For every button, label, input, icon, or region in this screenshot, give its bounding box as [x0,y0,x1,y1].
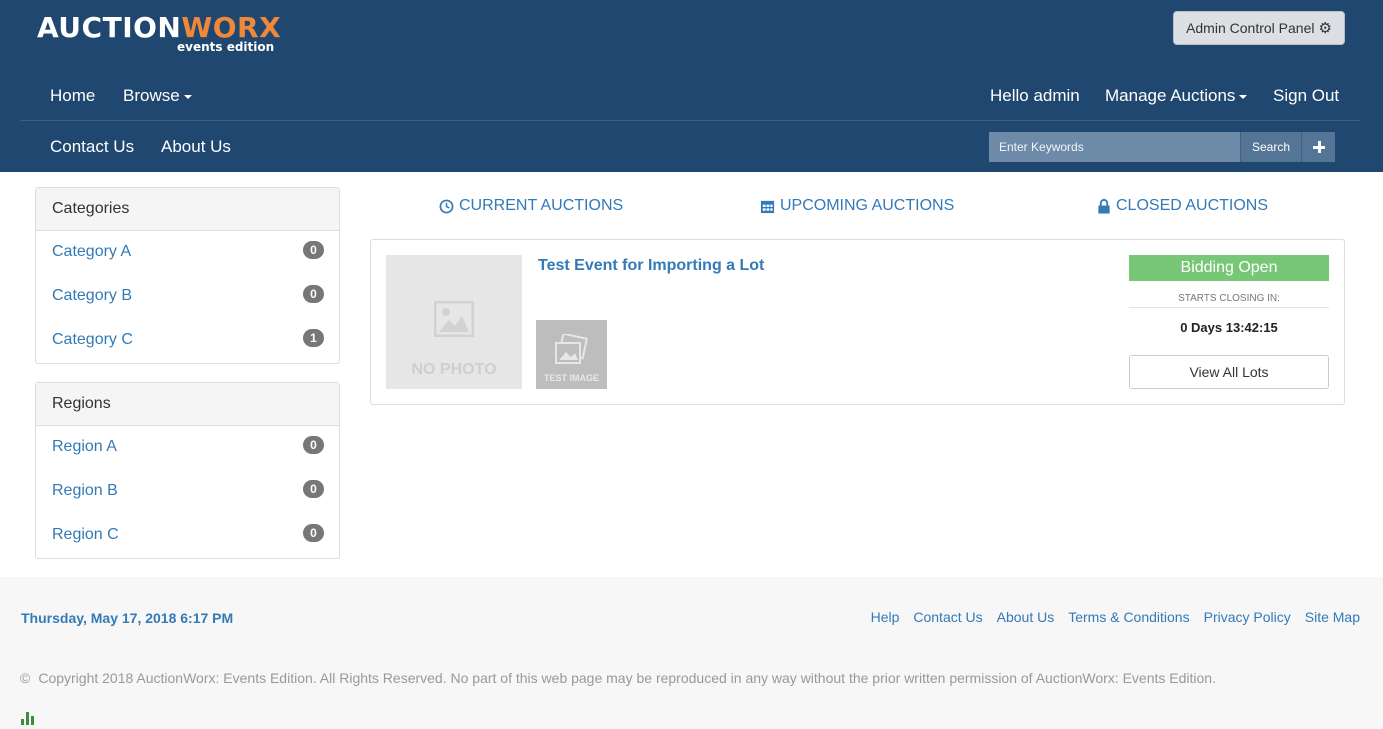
secondary-nav: Contact Us About Us Search [20,122,1360,172]
nav-sign-out[interactable]: Sign Out [1273,86,1339,106]
category-label: Category C [52,331,133,348]
site-header: AUCTIONWORX events edition Admin Control… [0,0,1383,172]
nav-home[interactable]: Home [50,86,95,106]
regions-title: Regions [36,383,339,426]
copyright-notice: © Copyright 2018 AuctionWorx: Events Edit… [20,670,1216,686]
regions-panel: Regions Region A 0 Region B 0 Region C 0 [35,382,340,559]
count-badge: 0 [303,241,324,259]
auction-title-link[interactable]: Test Event for Importing a Lot [538,257,764,275]
clock-icon [439,199,454,213]
tab-current-auctions[interactable]: CURRENT AUCTIONS [439,197,623,215]
copyright-text: Copyright 2018 AuctionWorx: Events Editi… [38,670,1216,686]
count-badge: 0 [303,436,324,454]
nav-manage-auctions-dropdown[interactable]: Manage Auctions [1105,86,1248,106]
count-badge: 0 [303,524,324,542]
region-label: Region C [52,526,119,543]
nav-browse-label: Browse [123,86,180,105]
auction-photo-placeholder[interactable]: NO PHOTO [386,255,522,389]
category-item[interactable]: Category B 0 [36,275,339,319]
bidding-status-badge: Bidding Open [1129,255,1329,281]
category-label: Category A [52,243,132,260]
photos-icon [555,334,589,364]
nav-hello-user[interactable]: Hello admin [990,86,1080,106]
lot-thumbnail[interactable]: TEST IMAGE [536,320,607,389]
count-badge: 0 [303,480,324,498]
nav-contact-us[interactable]: Contact Us [50,137,134,157]
search-input[interactable] [989,132,1240,162]
search-button[interactable]: Search [1240,132,1301,162]
categories-panel: Categories Category A 0 Category B 0 Cat… [35,187,340,364]
nav-about-us[interactable]: About Us [161,137,231,157]
logo-subtitle: events edition [177,40,275,54]
region-label: Region A [52,438,117,455]
no-photo-label: NO PHOTO [411,361,497,378]
admin-control-panel-button[interactable]: Admin Control Panel ⚙ [1173,11,1345,45]
stats-bar-icon [21,712,34,725]
gear-icon: ⚙ [1318,19,1332,37]
footer-link-about[interactable]: About Us [997,609,1055,625]
admin-control-panel-label: Admin Control Panel [1186,20,1315,36]
category-item[interactable]: Category A 0 [36,231,339,275]
view-all-lots-button[interactable]: View All Lots [1129,355,1329,389]
nav-browse-dropdown[interactable]: Browse [123,86,192,106]
footer-link-help[interactable]: Help [871,609,900,625]
image-placeholder-icon [434,301,474,337]
plus-icon [1312,141,1325,153]
region-label: Region B [52,482,118,499]
footer-links: Help Contact Us About Us Terms & Conditi… [871,609,1360,625]
tab-current-label: CURRENT AUCTIONS [459,197,624,214]
site-logo[interactable]: AUCTIONWORX events edition [37,11,281,55]
tab-upcoming-auctions[interactable]: UPCOMING AUCTIONS [760,197,954,215]
calendar-icon [760,200,775,213]
copyright-symbol: © [20,670,31,686]
tab-closed-label: CLOSED AUCTIONS [1116,197,1269,214]
countdown-timer: 0 Days 13:42:15 [1180,320,1278,335]
footer-date: Thursday, May 17, 2018 6:17 PM [21,610,234,626]
category-item[interactable]: Category C 1 [36,319,339,363]
closing-label: STARTS CLOSING IN: [1129,293,1329,308]
tab-upcoming-label: UPCOMING AUCTIONS [780,197,955,214]
auction-card: NO PHOTO Test Event for Importing a Lot … [370,239,1345,405]
lock-icon [1098,198,1110,214]
region-item[interactable]: Region C 0 [36,514,339,558]
count-badge: 1 [303,329,324,347]
logo-main-text: AUCTION [37,11,182,44]
count-badge: 0 [303,285,324,303]
caret-down-icon [183,94,192,99]
site-footer: Thursday, May 17, 2018 6:17 PM Help Cont… [0,577,1383,729]
advanced-search-button[interactable] [1301,132,1335,162]
thumbnail-label: TEST IMAGE [543,373,599,383]
category-label: Category B [52,287,133,304]
footer-link-sitemap[interactable]: Site Map [1305,609,1360,625]
region-item[interactable]: Region B 0 [36,470,339,514]
main-nav: Home Browse Hello admin Manage Auctions … [20,72,1360,121]
footer-link-privacy[interactable]: Privacy Policy [1204,609,1291,625]
footer-link-terms[interactable]: Terms & Conditions [1068,609,1189,625]
tab-closed-auctions[interactable]: CLOSED AUCTIONS [1097,197,1268,215]
footer-link-contact[interactable]: Contact Us [913,609,982,625]
nav-manage-label: Manage Auctions [1105,86,1236,105]
region-item[interactable]: Region A 0 [36,426,339,470]
caret-down-icon [1239,94,1248,99]
categories-title: Categories [36,188,339,231]
